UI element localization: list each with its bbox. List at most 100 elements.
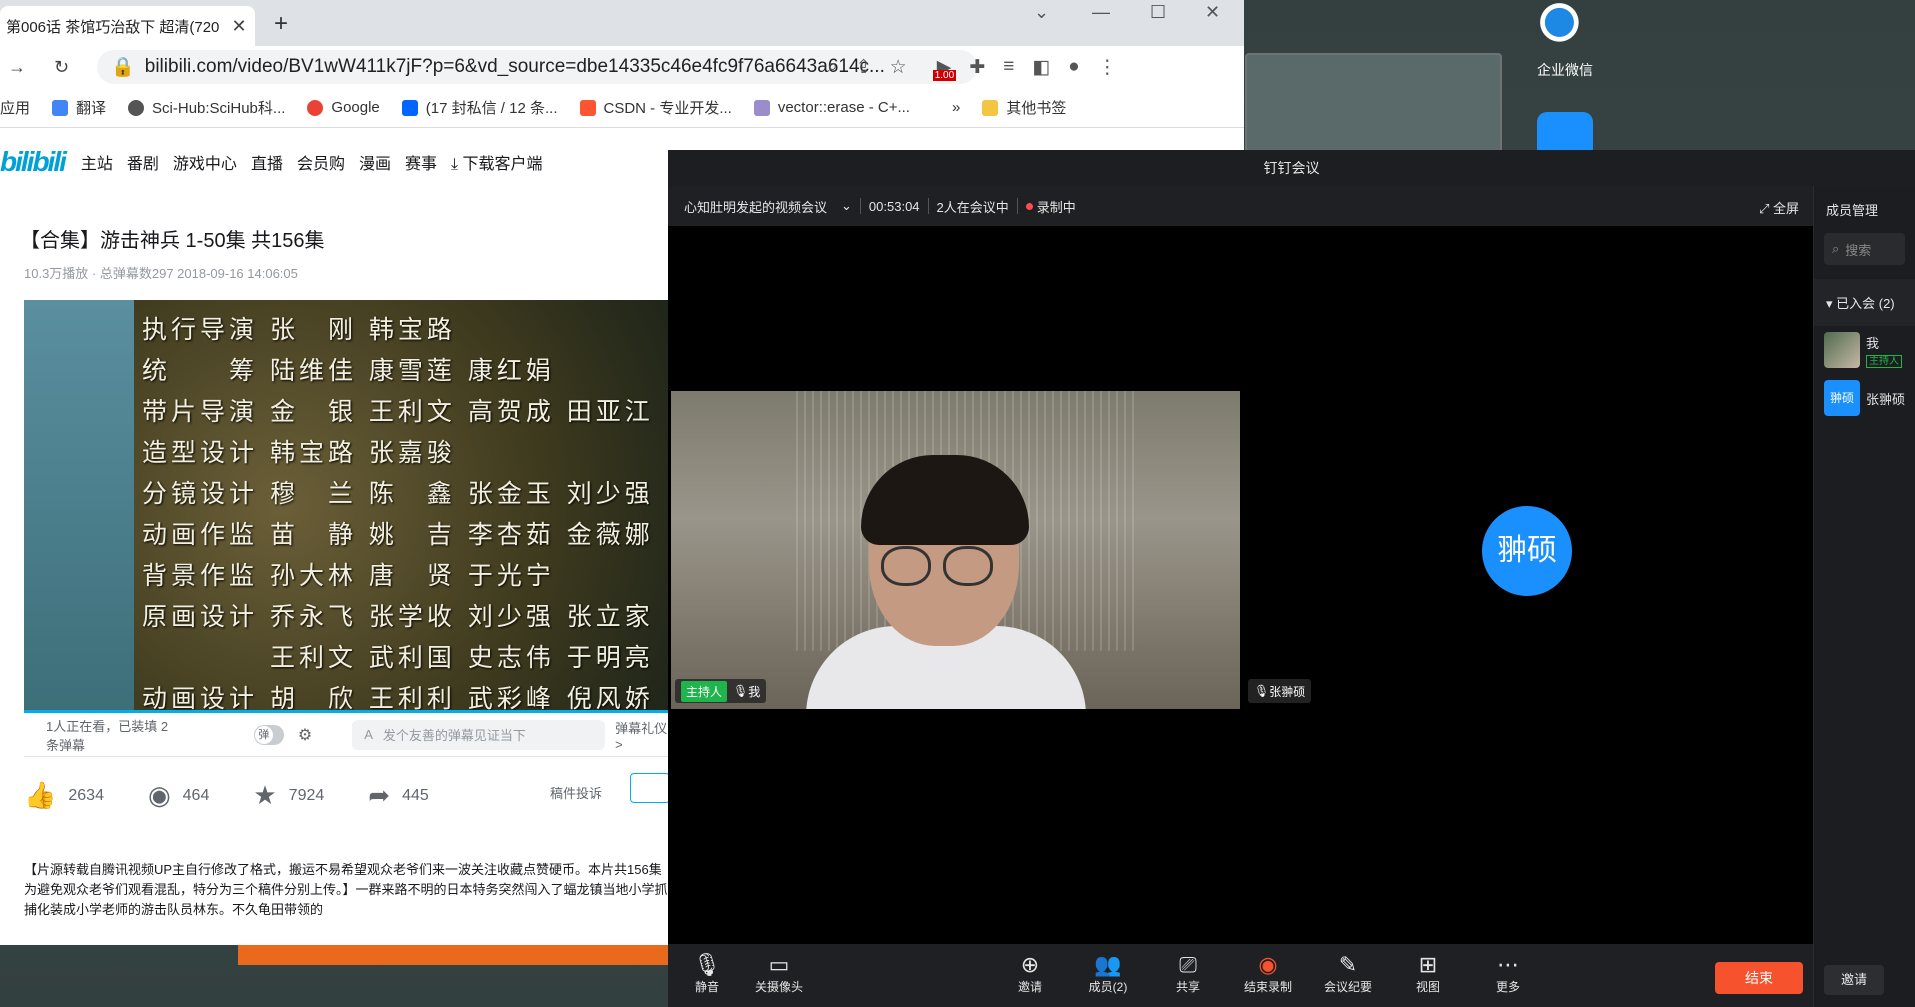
- forward-icon[interactable]: →: [8, 57, 26, 78]
- danmaku-toggle[interactable]: [253, 724, 284, 745]
- favorite-button[interactable]: ★ 7924: [253, 780, 324, 811]
- new-tab-icon[interactable]: +: [274, 10, 288, 38]
- share-screen-button[interactable]: ⎚ 共享: [1153, 952, 1223, 995]
- view-button[interactable]: ⊞ 视图: [1393, 952, 1463, 995]
- grid-view-icon: ⊞: [1418, 952, 1438, 977]
- bookmark-cplusplus[interactable]: vector::erase - C+...: [753, 99, 910, 116]
- member-row[interactable]: 我 主持人: [1814, 326, 1915, 374]
- fullscreen-icon: ⤢: [1758, 201, 1773, 216]
- danmaku-settings-icon[interactable]: ⚙: [298, 725, 312, 745]
- danmaku-bar: 1人正在看，已装填 2 条弹幕 ⚙ A 发个友善的弹幕见证当下 弹幕礼仪 >: [24, 713, 668, 757]
- dingtalk-meeting-window: 钉钉会议 心知肚明发起的视频会议 ⌄ 00:53:04 2人在会议中 录制中 ⤢…: [668, 150, 1915, 1007]
- bookmark-zhihu[interactable]: (17 封私信 / 12 条...: [401, 97, 558, 118]
- member-search-input[interactable]: ⌕ 搜索: [1824, 233, 1905, 265]
- more-icon: ⋯: [1497, 952, 1519, 977]
- joined-group-header[interactable]: ▾ 已入会 (2): [1814, 279, 1915, 326]
- text-style-icon: A: [364, 727, 373, 742]
- danmaku-input[interactable]: A 发个友善的弹幕见证当下: [352, 719, 606, 750]
- remote-video-tile[interactable]: 翀硕 🎙 张翀硕: [1244, 391, 1813, 709]
- meeting-name[interactable]: 心知肚明发起的视频会议: [684, 197, 827, 216]
- reload-icon[interactable]: ↻: [54, 57, 69, 78]
- bookmark-label: (17 封私信 / 12 条...: [425, 100, 558, 117]
- playlist-icon[interactable]: ≡: [1003, 56, 1014, 78]
- host-badge: 主持人: [1866, 355, 1902, 368]
- danmaku-etiquette-link[interactable]: 弹幕礼仪 >: [615, 718, 668, 752]
- nav-live[interactable]: 直播: [251, 150, 283, 174]
- sidepanel-icon[interactable]: ◧: [1032, 56, 1050, 79]
- thumbs-up-icon: 👍: [24, 780, 57, 810]
- nav-shop[interactable]: 会员购: [297, 150, 345, 174]
- extension-badge: 1.00: [932, 69, 957, 81]
- wecom-desktop-icon[interactable]: 企业微信: [1525, 0, 1605, 80]
- toolbar-label: 结束录制: [1243, 980, 1292, 994]
- close-tab-icon[interactable]: ✕: [229, 16, 249, 37]
- nav-games[interactable]: 游戏中心: [173, 150, 237, 174]
- profile-icon[interactable]: ●: [1068, 56, 1079, 78]
- zoom-icon[interactable]: ⌕: [827, 56, 838, 78]
- bookmark-apps[interactable]: 应用: [0, 97, 30, 118]
- close-window-icon[interactable]: ✕: [1205, 2, 1220, 23]
- member-name: 张翀硕: [1866, 391, 1906, 407]
- share-icon[interactable]: ⇪: [856, 56, 872, 79]
- tab-search-icon[interactable]: ⌄: [1034, 2, 1049, 23]
- recording-dot-icon: [1025, 202, 1033, 210]
- more-button[interactable]: ⋯ 更多: [1473, 952, 1543, 995]
- credit-line: 执行导演 张 刚 韩宝路: [142, 315, 456, 344]
- csdn-icon: [579, 99, 596, 116]
- minutes-button[interactable]: ✎ 会议纪要: [1313, 952, 1383, 995]
- bookmark-csdn[interactable]: CSDN - 专业开发...: [579, 97, 732, 118]
- end-meeting-button[interactable]: 结束: [1715, 962, 1803, 994]
- report-link[interactable]: 稿件投诉: [550, 783, 602, 802]
- edit-icon[interactable]: [630, 773, 668, 803]
- chevron-down-icon[interactable]: ⌄: [841, 198, 852, 214]
- share-button[interactable]: ➦ 445: [368, 780, 429, 811]
- extension-speed-icon[interactable]: ▶ 1.00: [932, 56, 957, 81]
- video-player[interactable]: 执行导演 张 刚 韩宝路 统 筹 陆维佳 康雪莲 康红娟 带片导演 金 银 王利…: [24, 300, 668, 710]
- url-field[interactable]: 🔒 bilibili.com/video/BV1wW411k7jF?p=6&vd…: [97, 50, 978, 84]
- fullscreen-button[interactable]: ⤢ 全屏: [1759, 198, 1799, 217]
- lock-icon: 🔒: [111, 57, 135, 78]
- mute-button[interactable]: 🎙 静音: [672, 952, 742, 995]
- nav-download[interactable]: ⤓ 下载客户端: [451, 150, 543, 174]
- member-row[interactable]: 翀硕 张翀硕: [1814, 374, 1915, 422]
- cplusplus-icon: [753, 99, 770, 116]
- google-icon: [307, 99, 324, 116]
- nav-manga[interactable]: 漫画: [359, 150, 391, 174]
- members-button[interactable]: 👥 成员(2): [1073, 952, 1143, 995]
- maximize-icon[interactable]: ☐: [1150, 2, 1166, 23]
- bookmark-other[interactable]: 其他书签: [982, 97, 1066, 118]
- remote-name-tag: 🎙 张翀硕: [1248, 679, 1312, 703]
- bookmark-scihub[interactable]: Sci-Hub:SciHub科...: [128, 97, 285, 118]
- minimize-icon[interactable]: —: [1092, 2, 1110, 23]
- browser-tab[interactable]: 第006话 茶馆巧治敌下 超清(720 ✕: [0, 6, 255, 46]
- recording-status: 录制中: [1036, 199, 1076, 215]
- extensions-icon[interactable]: ✚: [969, 56, 985, 79]
- bilibili-logo[interactable]: bilibili: [0, 146, 67, 178]
- menu-icon[interactable]: ⋮: [1098, 56, 1117, 79]
- credit-line: 带片导演 金 银 王利文 高贺成 田亚江: [142, 397, 654, 426]
- bookmark-google[interactable]: Google: [307, 99, 380, 116]
- like-button[interactable]: 👍 2634: [24, 780, 104, 811]
- bookmark-translate[interactable]: 翻译: [52, 97, 106, 118]
- camera-button[interactable]: ▭ 关摄像头: [744, 952, 814, 995]
- stop-recording-button[interactable]: ◉ 结束录制: [1233, 952, 1303, 995]
- coin-button[interactable]: ◉ 464: [148, 780, 209, 811]
- bookmark-star-icon[interactable]: ☆: [890, 56, 907, 79]
- nav-main[interactable]: 主站: [81, 150, 113, 174]
- coin-count: 464: [182, 786, 210, 804]
- video-stage: 主持人 🎙 我 翀硕 🎙 张翀硕: [668, 226, 1813, 944]
- nav-download-label: 下载客户端: [462, 156, 543, 173]
- invite-member-button[interactable]: 邀请: [1824, 965, 1884, 995]
- share-count: 445: [402, 786, 429, 804]
- search-icon: ⌕: [1832, 241, 1840, 256]
- self-video-tile[interactable]: 主持人 🎙 我: [671, 391, 1240, 709]
- invite-button[interactable]: ⊕ 邀请: [995, 952, 1065, 995]
- tab-strip: 第006话 茶馆巧治敌下 超清(720 ✕ + ⌄ — ☐ ✕: [0, 0, 1244, 46]
- caret-down-icon: ▾: [1826, 296, 1837, 311]
- nav-esports[interactable]: 赛事: [405, 150, 437, 174]
- bookmark-label: Sci-Hub:SciHub科...: [152, 100, 286, 117]
- video-description: 【片源转载自腾讯视频UP主自行修改了格式，搬运不易希望观众老爷们来一波关注收藏点…: [24, 862, 668, 917]
- bookmark-label: 翻译: [76, 100, 107, 117]
- nav-bangumi[interactable]: 番剧: [127, 150, 159, 174]
- bookmarks-overflow[interactable]: »: [952, 99, 960, 116]
